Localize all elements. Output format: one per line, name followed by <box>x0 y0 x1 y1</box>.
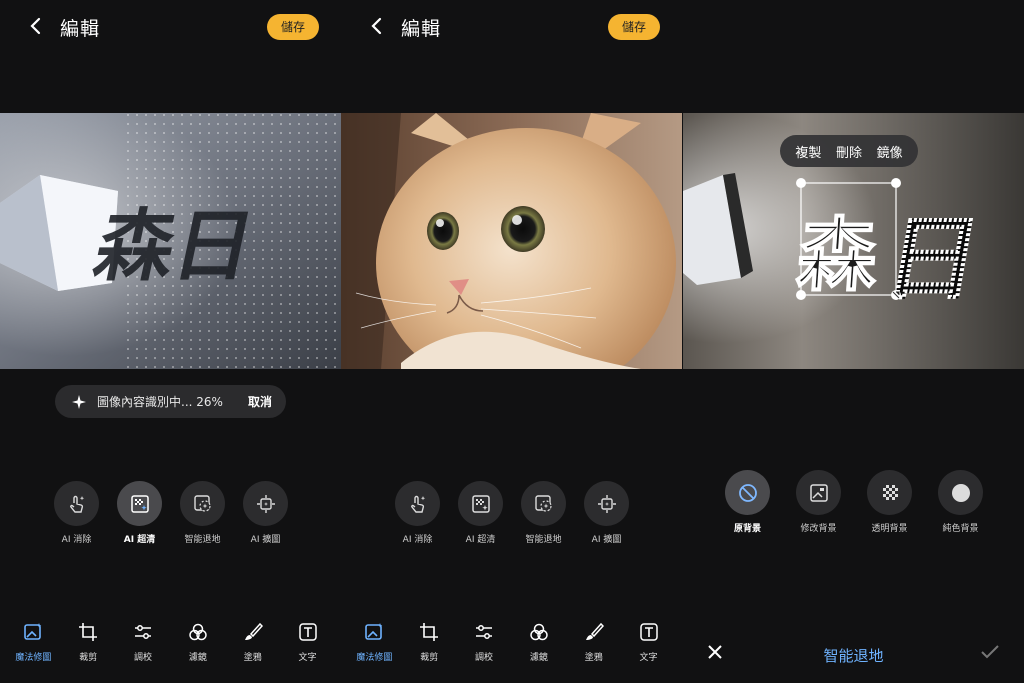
background-options-row: 原背景 修改背景 透明背景 純色背景 <box>725 470 983 534</box>
grid-sparkle-icon <box>130 494 149 513</box>
bottom-toolbar: 魔法修圖 裁剪 調校 濾鏡 塗鴉 文字 <box>341 622 682 663</box>
photo-preview <box>341 113 682 369</box>
save-button[interactable]: 儲存 <box>267 14 319 40</box>
bottom-action-bar: 智能退地 <box>683 640 1024 670</box>
recognition-progress-pill: 圖像內容識別中... 26% 取消 <box>55 385 286 418</box>
crop-icon <box>420 623 439 641</box>
no-symbol-icon <box>738 483 757 502</box>
magic-image-icon <box>24 623 42 640</box>
mirror-option[interactable]: 鏡像 <box>877 142 903 161</box>
solid-circle-icon <box>951 483 970 502</box>
ai-tool-cutout[interactable]: 智能退地 <box>521 481 566 545</box>
back-arrow-icon[interactable] <box>26 16 46 36</box>
editor-screen-1: 編輯 儲存 森日 圖像內容識別中... 26% 取消 AI 消除 AI 超清 智… <box>0 0 341 683</box>
magic-image-icon <box>365 623 383 640</box>
checker-icon <box>882 484 898 500</box>
ai-tool-cutout[interactable]: 智能退地 <box>180 481 225 545</box>
bg-option-change[interactable]: 修改背景 <box>796 470 841 534</box>
bottom-toolbar: 魔法修圖 裁剪 調校 濾鏡 塗鴉 文字 <box>0 622 341 663</box>
page-title: 編輯 <box>401 18 442 40</box>
tool-crop[interactable]: 裁剪 <box>404 622 454 663</box>
bg-option-transparent[interactable]: 透明背景 <box>867 470 912 534</box>
crop-icon <box>79 623 98 641</box>
grid-sparkle-icon <box>471 494 490 513</box>
hand-sparkle-icon <box>410 495 425 513</box>
tool-adjust[interactable]: 調校 <box>118 622 168 663</box>
brush-icon <box>244 622 263 640</box>
ai-tool-enhance[interactable]: AI 超清 <box>458 481 503 545</box>
ai-tools-row: AI 消除 AI 超清 智能退地 AI 擴圖 <box>54 481 288 545</box>
context-menu: 複製 刪除 鏡像 <box>780 135 918 167</box>
back-arrow-icon[interactable] <box>367 16 387 36</box>
cutout-screen: 森 日 複製 刪除 鏡像 原背景 修改背景 透明背景 純色背景 智能退地 <box>683 0 1024 683</box>
image-icon <box>809 483 828 502</box>
text-icon <box>298 623 317 641</box>
delete-option[interactable]: 刪除 <box>836 142 862 161</box>
tool-doodle[interactable]: 塗鴉 <box>569 622 619 663</box>
mode-title: 智能退地 <box>823 647 884 665</box>
tool-magic[interactable]: 魔法修圖 <box>349 622 399 663</box>
tool-text[interactable]: 文字 <box>283 622 333 663</box>
tool-filter[interactable]: 濾鏡 <box>514 622 564 663</box>
tool-magic[interactable]: 魔法修圖 <box>8 622 58 663</box>
save-button[interactable]: 儲存 <box>608 14 660 40</box>
sparkle-icon <box>72 394 86 409</box>
tool-crop[interactable]: 裁剪 <box>63 622 113 663</box>
confirm-check-icon[interactable] <box>981 645 999 659</box>
text-icon <box>639 623 658 641</box>
bg-option-original[interactable]: 原背景 <box>725 470 770 534</box>
sliders-icon <box>135 625 152 639</box>
expand-icon <box>256 494 275 513</box>
progress-text: 圖像內容識別中... 26% <box>97 395 223 409</box>
tool-adjust[interactable]: 調校 <box>459 622 509 663</box>
editor-screen-2: 編輯 儲存 AI 消除 AI 超清 智能退地 AI 擴圖 魔法修圖 裁剪 調校 … <box>341 0 682 683</box>
ai-tools-row: AI 消除 AI 超清 智能退地 AI 擴圖 <box>395 481 629 545</box>
photo-preview: 森日 <box>0 113 341 369</box>
cancel-button[interactable]: 取消 <box>248 393 272 410</box>
bg-option-solid[interactable]: 純色背景 <box>938 470 983 534</box>
copy-option[interactable]: 複製 <box>795 142 821 161</box>
filter-circles-icon <box>530 623 548 641</box>
page-title: 編輯 <box>60 18 101 40</box>
cutout-sparkle-icon <box>534 494 552 512</box>
cutout-sparkle-icon <box>193 494 211 512</box>
ai-tool-enhance[interactable]: AI 超清 <box>117 481 162 545</box>
sliders-icon <box>476 625 493 639</box>
ai-tool-erase[interactable]: AI 消除 <box>54 481 99 545</box>
expand-icon <box>597 494 616 513</box>
photo-sign-text: 森日 <box>87 200 263 292</box>
tool-text[interactable]: 文字 <box>624 622 674 663</box>
brush-icon <box>585 622 604 640</box>
tool-filter[interactable]: 濾鏡 <box>173 622 223 663</box>
ai-tool-erase[interactable]: AI 消除 <box>395 481 440 545</box>
ai-tool-expand[interactable]: AI 擴圖 <box>584 481 629 545</box>
ai-tool-expand[interactable]: AI 擴圖 <box>243 481 288 545</box>
hand-sparkle-icon <box>69 495 84 513</box>
filter-circles-icon <box>189 623 207 641</box>
tool-doodle[interactable]: 塗鴉 <box>228 622 278 663</box>
